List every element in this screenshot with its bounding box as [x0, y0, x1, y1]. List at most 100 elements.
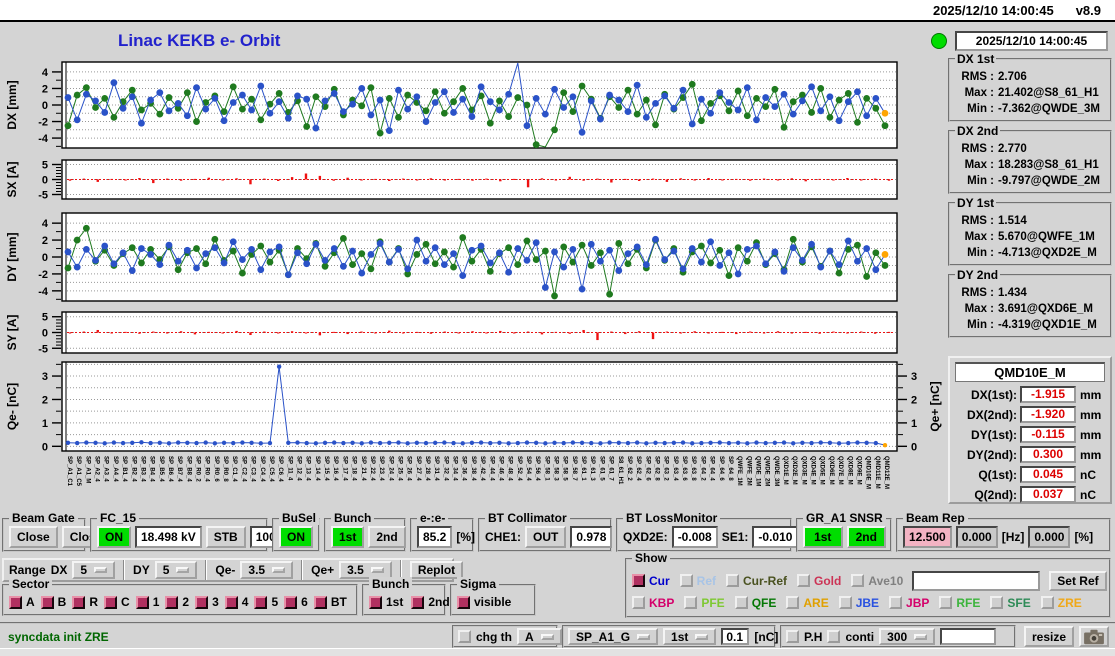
- checkbox[interactable]: [254, 595, 268, 609]
- sector-4[interactable]: 4: [224, 595, 248, 609]
- show-cur-ref[interactable]: Cur-Ref: [726, 574, 787, 588]
- data-point: [138, 245, 145, 252]
- sp-monitor-select[interactable]: SP_A1_G: [568, 628, 659, 645]
- checkbox[interactable]: [72, 595, 86, 609]
- replot-button[interactable]: Replot: [409, 561, 464, 579]
- checkbox[interactable]: [990, 596, 1004, 609]
- checkbox[interactable]: [851, 574, 865, 587]
- sector-r[interactable]: R: [72, 595, 98, 609]
- bunch-1st-button[interactable]: 1st: [331, 526, 365, 548]
- data-point: [707, 238, 714, 246]
- chg-th-select[interactable]: A: [517, 628, 562, 645]
- range-qem-select[interactable]: 3.5: [240, 561, 294, 579]
- sector-a[interactable]: A: [9, 595, 35, 609]
- data-point: [743, 84, 751, 92]
- checkbox[interactable]: [838, 596, 852, 609]
- checkbox[interactable]: [284, 595, 298, 609]
- checkbox[interactable]: [786, 596, 800, 609]
- checkbox-label: SFE: [1007, 595, 1031, 610]
- show-ave10[interactable]: Ave10: [851, 574, 903, 588]
- busel-on-button[interactable]: ON: [279, 526, 313, 548]
- show-pfe[interactable]: PFE: [684, 596, 725, 610]
- checkbox[interactable]: [632, 574, 645, 587]
- extra-input[interactable]: [940, 628, 997, 645]
- bar: [415, 179, 419, 181]
- checkbox[interactable]: [165, 595, 179, 609]
- checkbox[interactable]: [104, 595, 118, 609]
- checkbox[interactable]: [684, 596, 698, 609]
- beam-gate-close-1-button[interactable]: Close: [9, 526, 58, 548]
- checkbox[interactable]: [135, 595, 149, 609]
- show-qfe[interactable]: QFE: [734, 596, 776, 610]
- set-ref-button[interactable]: Set Ref: [1049, 570, 1107, 591]
- checkbox[interactable]: [369, 595, 382, 609]
- data-point: [395, 114, 402, 121]
- sector-c[interactable]: C: [104, 595, 130, 609]
- sector-6[interactable]: 6: [284, 595, 308, 609]
- show-rfe[interactable]: RFE: [939, 596, 980, 610]
- gr-a1-2nd-button[interactable]: 2nd: [846, 526, 886, 548]
- sector-1[interactable]: 1: [135, 595, 159, 609]
- sector-bt[interactable]: BT: [313, 595, 347, 609]
- sigma-group: Sigma visible: [450, 577, 536, 616]
- data-point: [376, 96, 384, 104]
- bunch-select-2nd[interactable]: 2nd: [411, 595, 450, 609]
- bunch-select-1st[interactable]: 1st: [369, 595, 403, 609]
- bunch-2nd-button[interactable]: 2nd: [368, 526, 406, 548]
- data-point: [395, 245, 402, 253]
- checkbox[interactable]: [313, 595, 327, 609]
- checkbox[interactable]: [224, 595, 238, 609]
- show-cur[interactable]: Cur: [632, 574, 670, 588]
- bar: [290, 331, 294, 333]
- checkbox[interactable]: [195, 595, 209, 609]
- checkbox[interactable]: [889, 596, 903, 609]
- checkbox[interactable]: [939, 596, 953, 609]
- resize-button[interactable]: resize: [1024, 626, 1075, 647]
- checkbox[interactable]: [411, 595, 425, 609]
- sigma-visible[interactable]: visible: [457, 595, 511, 609]
- checkbox-label: KBP: [649, 595, 675, 610]
- show-sfe[interactable]: SFE: [990, 595, 1031, 610]
- range-dx-select[interactable]: 5: [72, 561, 116, 579]
- checkbox[interactable]: [734, 596, 748, 609]
- show-gold[interactable]: Gold: [797, 574, 841, 588]
- bunch-order-select[interactable]: 1st: [663, 628, 717, 645]
- monitor-label: SP_12_4: [295, 456, 301, 481]
- checkbox[interactable]: [679, 574, 693, 587]
- navg-select[interactable]: 300: [879, 628, 936, 645]
- checkbox[interactable]: [1040, 596, 1054, 609]
- show-kbp[interactable]: KBP: [632, 596, 674, 610]
- checkbox[interactable]: [457, 595, 470, 609]
- data-point: [148, 440, 153, 446]
- checkbox[interactable]: [9, 595, 22, 609]
- sector-b[interactable]: B: [40, 595, 66, 609]
- checkbox[interactable]: [726, 574, 740, 587]
- show-are[interactable]: ARE: [786, 596, 829, 610]
- chg-th-checkbox[interactable]: [458, 630, 471, 643]
- ref-file-input[interactable]: [912, 570, 1041, 591]
- range-dy-select[interactable]: 5: [154, 561, 198, 579]
- checkbox[interactable]: [632, 596, 645, 609]
- data-point: [73, 91, 81, 99]
- sector-5[interactable]: 5: [254, 595, 278, 609]
- monitor-label: SP_61_7: [608, 456, 614, 481]
- fc15-stb-button[interactable]: STB: [205, 526, 246, 548]
- checkbox[interactable]: [40, 595, 54, 609]
- show-jbp[interactable]: JBP: [889, 596, 929, 610]
- sector-3[interactable]: 3: [195, 595, 219, 609]
- sector-2[interactable]: 2: [165, 595, 189, 609]
- show-zre[interactable]: ZRE: [1040, 596, 1082, 610]
- gr-a1-1st-button[interactable]: 1st: [803, 526, 843, 548]
- screenshot-button[interactable]: [1079, 626, 1109, 647]
- che1-out-button[interactable]: OUT: [525, 526, 567, 548]
- fc15-kv-field[interactable]: 18.498 kV: [135, 526, 202, 548]
- show-ref[interactable]: Ref: [679, 574, 716, 588]
- fc15-on-button[interactable]: ON: [97, 526, 131, 548]
- conti-checkbox[interactable]: [827, 630, 841, 643]
- data-point: [817, 263, 825, 271]
- data-point: [312, 93, 320, 101]
- threshold-input[interactable]: [721, 628, 750, 645]
- checkbox[interactable]: [797, 574, 811, 587]
- show-jbe[interactable]: JBE: [838, 596, 879, 610]
- ph-checkbox[interactable]: [786, 630, 799, 643]
